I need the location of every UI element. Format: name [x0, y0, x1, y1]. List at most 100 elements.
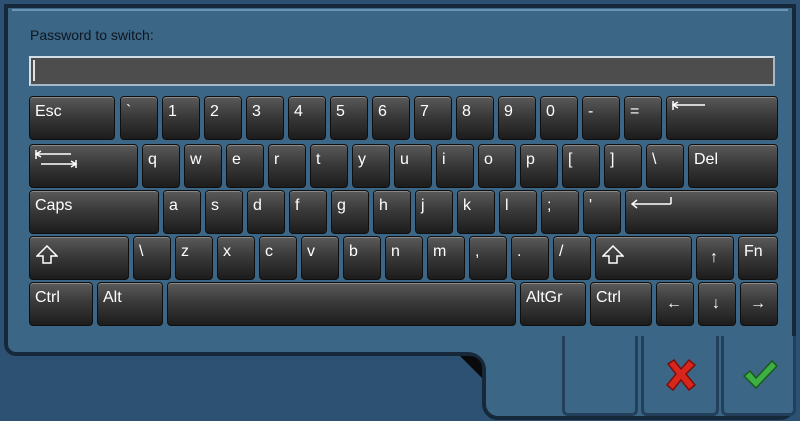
key-label: Alt: [103, 289, 122, 306]
key-e[interactable]: e: [226, 144, 264, 188]
key-label: 2: [210, 103, 219, 120]
key-m[interactable]: m: [427, 236, 465, 280]
key-g[interactable]: g: [331, 190, 369, 234]
key-ctrl-left[interactable]: Ctrl: [29, 282, 93, 326]
key-label: ;: [547, 197, 552, 214]
key-v[interactable]: v: [301, 236, 339, 280]
key-comma[interactable]: ,: [469, 236, 507, 280]
key-arrow-up[interactable]: ↑: [696, 236, 734, 280]
key-f[interactable]: f: [289, 190, 327, 234]
key-1[interactable]: 1: [162, 96, 200, 140]
key-label: u: [400, 151, 409, 168]
key-del[interactable]: Del: [688, 144, 778, 188]
key-shift-left[interactable]: [29, 236, 129, 280]
key-label: =: [630, 103, 640, 120]
key-minus[interactable]: -: [582, 96, 620, 140]
cancel-button[interactable]: [641, 336, 719, 416]
key-9[interactable]: 9: [498, 96, 536, 140]
key-4[interactable]: 4: [288, 96, 326, 140]
key-esc[interactable]: Esc: [29, 96, 115, 140]
key-arrow-left[interactable]: ←: [656, 282, 694, 326]
key-backtick[interactable]: `: [120, 96, 158, 140]
key-3[interactable]: 3: [246, 96, 284, 140]
key-c[interactable]: c: [259, 236, 297, 280]
key-8[interactable]: 8: [456, 96, 494, 140]
key-z[interactable]: z: [175, 236, 213, 280]
key-label: 6: [378, 103, 387, 120]
key-label: p: [526, 151, 535, 168]
key-label: b: [349, 243, 358, 260]
key-7[interactable]: 7: [414, 96, 452, 140]
key-altgr[interactable]: AltGr: [520, 282, 586, 326]
empty-action-button[interactable]: [562, 336, 638, 416]
key-h[interactable]: h: [373, 190, 411, 234]
key-i[interactable]: i: [436, 144, 474, 188]
key-label: Del: [694, 151, 719, 168]
key-t[interactable]: t: [310, 144, 348, 188]
key-label: i: [442, 151, 446, 168]
key-label: l: [505, 197, 509, 214]
key-q[interactable]: q: [142, 144, 180, 188]
key-o[interactable]: o: [478, 144, 516, 188]
key-fn[interactable]: Fn: [738, 236, 778, 280]
key-6[interactable]: 6: [372, 96, 410, 140]
key-k[interactable]: k: [457, 190, 495, 234]
key-label: s: [211, 197, 219, 214]
key-s[interactable]: s: [205, 190, 243, 234]
key-ctrl-right[interactable]: Ctrl: [590, 282, 652, 326]
key-equals[interactable]: =: [624, 96, 662, 140]
key-enter[interactable]: [625, 190, 778, 234]
key-j[interactable]: j: [415, 190, 453, 234]
key-x[interactable]: x: [217, 236, 255, 280]
key-d[interactable]: d: [247, 190, 285, 234]
key-label: 3: [252, 103, 261, 120]
key-semicolon[interactable]: ;: [541, 190, 579, 234]
key-arrow-down[interactable]: ↓: [698, 282, 736, 326]
key-l[interactable]: l: [499, 190, 537, 234]
key-u[interactable]: u: [394, 144, 432, 188]
password-field[interactable]: [29, 56, 775, 86]
key-shift-right[interactable]: [595, 236, 692, 280]
key-label: .: [517, 243, 522, 260]
key-w[interactable]: w: [184, 144, 222, 188]
ok-button[interactable]: [721, 336, 796, 416]
key-0[interactable]: 0: [540, 96, 578, 140]
key-r[interactable]: r: [268, 144, 306, 188]
enter-arrow-icon: [631, 197, 672, 209]
key-left-bracket[interactable]: [: [562, 144, 600, 188]
key-a[interactable]: a: [163, 190, 201, 234]
key-label: Fn: [744, 243, 763, 260]
key-caps[interactable]: Caps: [29, 190, 159, 234]
key-alt[interactable]: Alt: [97, 282, 163, 326]
shift-arrow-icon: [36, 245, 58, 264]
key-space[interactable]: [167, 282, 516, 326]
key-p[interactable]: p: [520, 144, 558, 188]
tab-arrow-icon: [35, 150, 78, 168]
key-slash[interactable]: /: [553, 236, 591, 280]
key-tab[interactable]: [29, 144, 138, 188]
key-label: x: [223, 243, 231, 260]
key-label: ': [589, 197, 593, 214]
key-n[interactable]: n: [385, 236, 423, 280]
key-label: \: [652, 151, 657, 168]
ok-checkmark-icon: [742, 359, 778, 390]
key-label: ↑: [710, 249, 718, 266]
key-5[interactable]: 5: [330, 96, 368, 140]
key-backslash[interactable]: \: [646, 144, 684, 188]
key-label: -: [588, 103, 594, 120]
shift-arrow-icon: [602, 245, 624, 264]
key-backslash-2[interactable]: \: [133, 236, 171, 280]
key-label: Caps: [35, 197, 73, 214]
key-y[interactable]: y: [352, 144, 390, 188]
key-apostrophe[interactable]: ': [583, 190, 621, 234]
key-right-bracket[interactable]: ]: [604, 144, 642, 188]
key-arrow-right[interactable]: →: [740, 282, 778, 326]
key-label: z: [181, 243, 189, 260]
key-label: c: [265, 243, 273, 260]
key-label: 8: [462, 103, 471, 120]
key-backspace[interactable]: [666, 96, 778, 140]
key-2[interactable]: 2: [204, 96, 242, 140]
key-b[interactable]: b: [343, 236, 381, 280]
key-label: h: [379, 197, 388, 214]
key-period[interactable]: .: [511, 236, 549, 280]
